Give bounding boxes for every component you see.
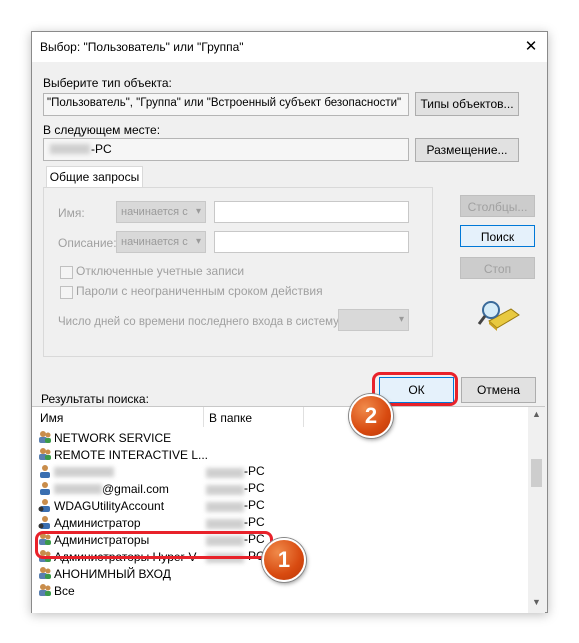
vertical-scrollbar[interactable]: ▲ ▼ <box>528 407 545 613</box>
scroll-down-icon[interactable]: ▼ <box>528 597 545 611</box>
result-name: Все <box>54 584 75 598</box>
redacted-folder <box>206 502 244 512</box>
columns-button[interactable]: Столбцы... <box>460 195 535 217</box>
user-icon <box>40 465 50 478</box>
location-field: -PC <box>43 138 409 161</box>
close-icon[interactable]: ✕ <box>521 37 541 57</box>
step-2-badge: 2 <box>349 394 393 438</box>
scroll-up-icon[interactable]: ▲ <box>528 409 545 423</box>
cancel-button[interactable]: Отмена <box>461 377 536 403</box>
list-item[interactable]: Все <box>38 583 75 600</box>
redacted-user-name <box>54 467 114 477</box>
administrators-highlight-ring <box>35 531 273 559</box>
list-item[interactable]: -PC <box>38 464 278 481</box>
name-input[interactable] <box>214 201 409 223</box>
column-divider <box>203 407 204 427</box>
description-condition-combo[interactable]: начинается с ▾ <box>116 231 206 253</box>
locations-button[interactable]: Размещение... <box>415 138 519 162</box>
scroll-thumb[interactable] <box>531 459 542 487</box>
result-folder: -PC <box>244 515 265 529</box>
user-disabled-icon <box>38 499 50 512</box>
result-folder: -PC <box>244 481 265 495</box>
days-combo[interactable]: ▾ <box>338 309 409 331</box>
list-item[interactable]: NETWORK SERVICE <box>38 430 171 447</box>
result-name: NETWORK SERVICE <box>54 431 172 445</box>
column-header-folder[interactable]: В папке <box>209 411 252 425</box>
column-header-name[interactable]: Имя <box>40 411 63 425</box>
list-item[interactable]: REMOTE INTERACTIVE L... <box>38 447 208 464</box>
description-input[interactable] <box>214 231 409 253</box>
description-label: Описание: <box>58 236 117 250</box>
redacted-computer-name <box>50 144 90 154</box>
name-label: Имя: <box>58 206 85 220</box>
redacted-folder <box>206 485 244 495</box>
redacted-folder <box>206 468 244 478</box>
name-condition-value: начинается с <box>121 206 188 218</box>
search-results-list: Имя В папке NETWORK SERVICE REMOTE INTER… <box>32 406 545 613</box>
redacted-folder <box>206 519 244 529</box>
chevron-down-icon: ▾ <box>195 206 201 217</box>
list-item[interactable]: АНОНИМНЫЙ ВХОД <box>38 566 171 583</box>
name-condition-combo[interactable]: начинается с ▾ <box>116 201 206 223</box>
list-item[interactable]: WDAGUtilityAccount -PC <box>38 498 278 515</box>
title-bar: Выбор: "Пользователь" или "Группа" ✕ <box>32 32 547 62</box>
nonexpiring-passwords-label: Пароли с неограниченным сроком действия <box>76 284 323 298</box>
chevron-down-icon: ▾ <box>398 314 404 325</box>
location-label: В следующем месте: <box>43 123 161 137</box>
disabled-accounts-label: Отключенные учетные записи <box>76 264 245 278</box>
list-item[interactable]: Администратор -PC <box>38 515 278 532</box>
result-name: Администратор <box>54 516 141 530</box>
column-divider <box>303 407 304 427</box>
description-condition-value: начинается с <box>121 236 188 248</box>
search-button[interactable]: Поиск <box>460 225 535 247</box>
group-icon <box>39 431 51 443</box>
result-name: WDAGUtilityAccount <box>54 499 165 513</box>
chevron-down-icon: ▾ <box>195 236 201 247</box>
select-users-dialog: Выбор: "Пользователь" или "Группа" ✕ Выб… <box>31 31 548 613</box>
object-type-field: "Пользователь", "Группа" или "Встроенный… <box>43 93 409 116</box>
group-icon <box>39 448 51 460</box>
object-types-button[interactable]: Типы объектов... <box>415 92 519 116</box>
list-item[interactable]: @gmail.com -PC <box>38 481 278 498</box>
result-name: REMOTE INTERACTIVE L... <box>54 448 209 462</box>
disabled-accounts-checkbox[interactable] <box>60 266 73 279</box>
nonexpiring-passwords-checkbox[interactable] <box>60 286 73 299</box>
common-queries-panel: Имя: начинается с ▾ Описание: начинается… <box>43 187 433 357</box>
object-type-value: "Пользователь", "Группа" или "Встроенный… <box>47 97 402 109</box>
stop-button[interactable]: Стоп <box>460 257 535 279</box>
group-icon <box>39 567 51 579</box>
window-title: Выбор: "Пользователь" или "Группа" <box>40 40 244 54</box>
user-disabled-icon <box>38 516 50 529</box>
location-value: -PC <box>91 142 112 156</box>
user-icon <box>40 482 50 495</box>
redacted-email <box>54 484 102 494</box>
search-results-label: Результаты поиска: <box>41 392 149 406</box>
tab-common-queries[interactable]: Общие запросы <box>46 166 143 189</box>
result-name: АНОНИМНЫЙ ВХОД <box>54 567 171 581</box>
result-folder: -PC <box>244 498 265 512</box>
days-since-login-label: Число дней со времени последнего входа в… <box>58 316 343 328</box>
group-icon <box>39 584 51 596</box>
object-type-label: Выберите тип объекта: <box>43 76 172 90</box>
step-1-badge: 1 <box>262 538 306 582</box>
result-folder: -PC <box>244 464 265 478</box>
search-magnifier-icon <box>477 301 520 331</box>
result-name: @gmail.com <box>102 482 169 496</box>
